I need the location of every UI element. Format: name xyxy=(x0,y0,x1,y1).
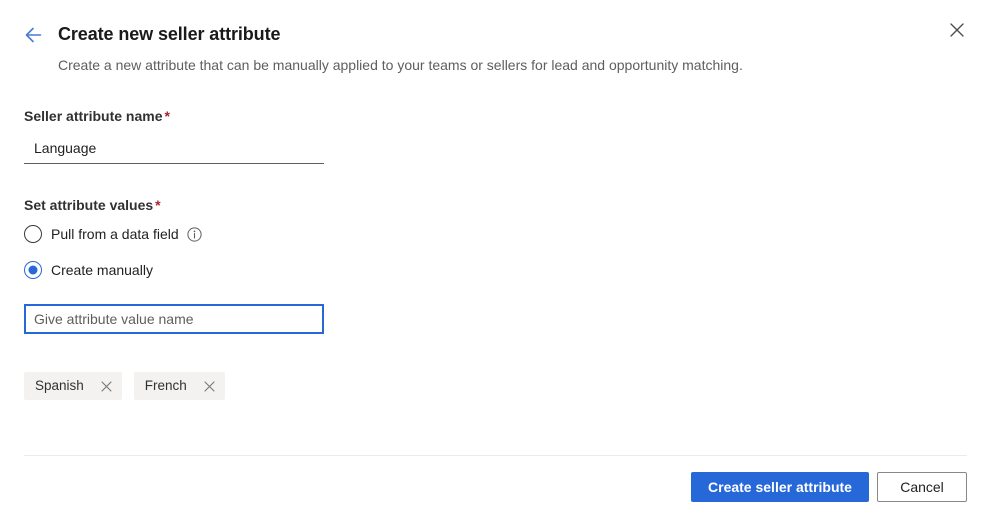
panel-header: Create new seller attribute Create a new… xyxy=(0,0,991,92)
set-attribute-values-group: Set attribute values* Pull from a data f… xyxy=(24,195,967,281)
seller-attribute-name-label-text: Seller attribute name xyxy=(24,108,163,124)
page-subtitle: Create a new attribute that can be manua… xyxy=(58,55,743,75)
back-button[interactable] xyxy=(20,20,50,50)
chip-item: French xyxy=(134,372,225,400)
close-button[interactable] xyxy=(941,14,973,46)
required-indicator: * xyxy=(165,108,170,124)
create-seller-attribute-panel: Create new seller attribute Create a new… xyxy=(0,0,991,526)
radio-label-pull-from-data-field: Pull from a data field xyxy=(51,224,179,244)
chip-label: French xyxy=(145,372,187,400)
page-title: Create new seller attribute xyxy=(58,21,280,47)
seller-attribute-name-group: Seller attribute name* xyxy=(24,106,967,164)
cancel-button[interactable]: Cancel xyxy=(877,472,967,502)
close-icon xyxy=(949,22,965,38)
set-attribute-values-label-text: Set attribute values xyxy=(24,197,153,213)
chip-label: Spanish xyxy=(35,372,84,400)
radio-indicator-selected xyxy=(24,261,42,279)
create-seller-attribute-button[interactable]: Create seller attribute xyxy=(691,472,869,502)
radio-indicator-unselected xyxy=(24,225,42,243)
radio-option-pull-from-data-field[interactable]: Pull from a data field xyxy=(24,223,202,245)
required-indicator: * xyxy=(155,197,160,213)
info-icon[interactable] xyxy=(187,227,202,242)
arrow-left-icon xyxy=(24,26,46,44)
set-attribute-values-label: Set attribute values* xyxy=(24,195,967,215)
chip-remove-button[interactable] xyxy=(98,377,116,395)
panel-body: Seller attribute name* Set attribute val… xyxy=(24,106,967,400)
seller-attribute-name-input[interactable] xyxy=(24,134,324,164)
radio-label-create-manually: Create manually xyxy=(51,260,153,280)
chip-item: Spanish xyxy=(24,372,122,400)
attribute-value-chip-list: Spanish French xyxy=(24,372,967,400)
footer-divider xyxy=(24,455,967,456)
seller-attribute-name-label: Seller attribute name* xyxy=(24,106,967,126)
radio-option-create-manually[interactable]: Create manually xyxy=(24,259,153,281)
attribute-value-input[interactable] xyxy=(24,304,324,334)
panel-footer: Create seller attribute Cancel xyxy=(691,472,967,502)
attribute-value-input-wrapper xyxy=(24,304,967,334)
chip-remove-button[interactable] xyxy=(201,377,219,395)
